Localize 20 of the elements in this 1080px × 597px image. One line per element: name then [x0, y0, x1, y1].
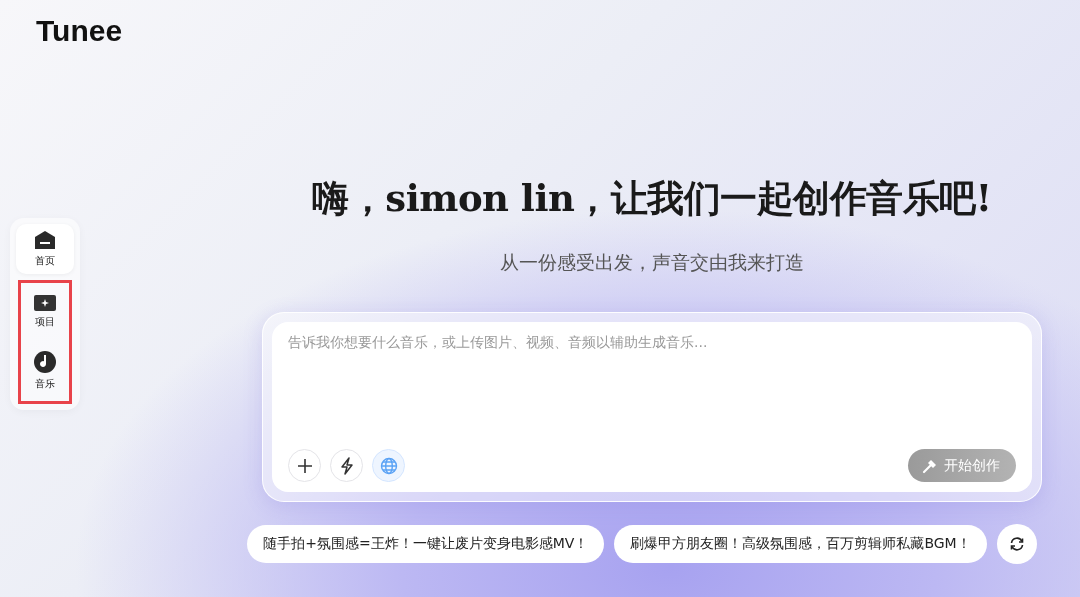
plus-icon: [296, 457, 313, 474]
nav-item[interactable]: 音乐: [16, 345, 74, 397]
sparkle-folder-icon: [34, 293, 56, 311]
web-button[interactable]: [372, 449, 405, 482]
home-icon: [34, 230, 56, 250]
refresh-button[interactable]: [996, 524, 1037, 564]
quick-button[interactable]: [330, 449, 363, 482]
refresh-icon: [1008, 536, 1025, 552]
music-note-icon: [34, 351, 56, 373]
nav-item[interactable]: 首页: [16, 224, 74, 274]
globe-icon: [379, 456, 398, 475]
logo: Tunee: [35, 13, 123, 49]
suggestion-chip[interactable]: 随手拍+氛围感=王炸！一键让废片变身电影感MV！: [247, 525, 605, 563]
add-button[interactable]: [288, 449, 321, 482]
suggestion-chip[interactable]: 刷爆甲方朋友圈！高级氛围感，百万剪辑师私藏BGM！: [614, 525, 987, 563]
lightning-icon: [339, 456, 354, 475]
wand-icon: [922, 457, 938, 474]
greeting-title: 嗨，simon lin，让我们一起创作音乐吧!: [312, 175, 992, 222]
subtitle: 从一份感受出发，声音交由我来打造: [500, 250, 804, 275]
nav-item[interactable]: 项目: [16, 287, 74, 335]
